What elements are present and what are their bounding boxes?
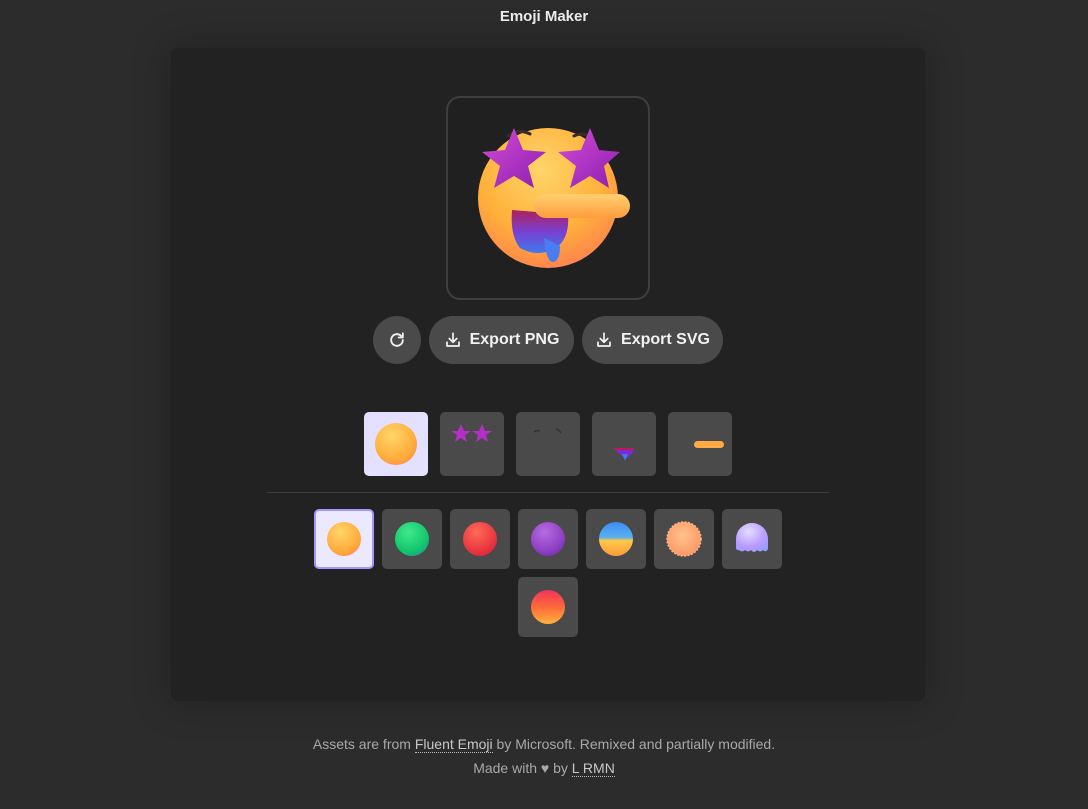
peach-fuzzy-head-icon xyxy=(666,521,702,557)
app-title: Emoji Maker xyxy=(499,8,589,25)
credits-suffix: by Microsoft. Remixed and partially modi… xyxy=(492,736,776,752)
eyebrows-icon xyxy=(533,428,562,434)
export-svg-button[interactable]: Export SVG xyxy=(582,316,723,364)
head-option-lavender-melting[interactable] xyxy=(722,509,782,569)
green-head-icon xyxy=(395,522,429,556)
nose-detail-icon xyxy=(694,441,724,448)
part-tab-eyes[interactable] xyxy=(440,412,504,476)
star-struck-drooling-emoji xyxy=(478,128,630,268)
mouth-icon xyxy=(614,448,634,461)
made-with-line: Made with ♥ by L RMN xyxy=(0,760,1088,777)
credits-line: Assets are from Fluent Emoji by Microsof… xyxy=(0,736,1088,753)
export-png-button[interactable]: Export PNG xyxy=(429,316,574,364)
purple-head-icon xyxy=(531,522,565,556)
part-tab-head[interactable] xyxy=(364,412,428,476)
section-divider xyxy=(267,492,829,493)
lavender-melting-head-icon xyxy=(736,523,768,552)
head-option-peach-fuzzy[interactable] xyxy=(654,509,714,569)
made-with-prefix: Made with ♥ by xyxy=(473,760,572,776)
red-head-icon xyxy=(463,522,497,556)
blue-yellow-head-icon xyxy=(599,522,633,556)
head-option-yellow[interactable] xyxy=(314,509,374,569)
head-option-red-orange[interactable] xyxy=(518,577,578,637)
refresh-icon xyxy=(390,332,404,347)
yellow-head-icon xyxy=(327,522,361,556)
red-orange-head-icon xyxy=(531,590,565,624)
refresh-button[interactable] xyxy=(373,316,421,364)
star-eyes-icon xyxy=(451,424,492,442)
head-option-red[interactable] xyxy=(450,509,510,569)
author-link[interactable]: L RMN xyxy=(571,760,615,777)
head-option-green[interactable] xyxy=(382,509,442,569)
export-png-label: Export PNG xyxy=(469,331,560,348)
credits-prefix: Assets are from xyxy=(312,736,415,752)
part-tab-mouth[interactable] xyxy=(592,412,656,476)
part-tab-details[interactable] xyxy=(668,412,732,476)
export-svg-label: Export SVG xyxy=(621,331,710,348)
part-tab-eyebrows[interactable] xyxy=(516,412,580,476)
download-icon xyxy=(597,332,611,347)
action-bar: Export PNG Export SVG xyxy=(0,316,1088,364)
head-option-purple[interactable] xyxy=(518,509,578,569)
download-icon xyxy=(445,332,460,347)
emoji-preview xyxy=(446,96,650,300)
fluent-emoji-link[interactable]: Fluent Emoji xyxy=(414,736,493,753)
head-icon xyxy=(375,423,417,465)
head-option-blue-yellow[interactable] xyxy=(586,509,646,569)
